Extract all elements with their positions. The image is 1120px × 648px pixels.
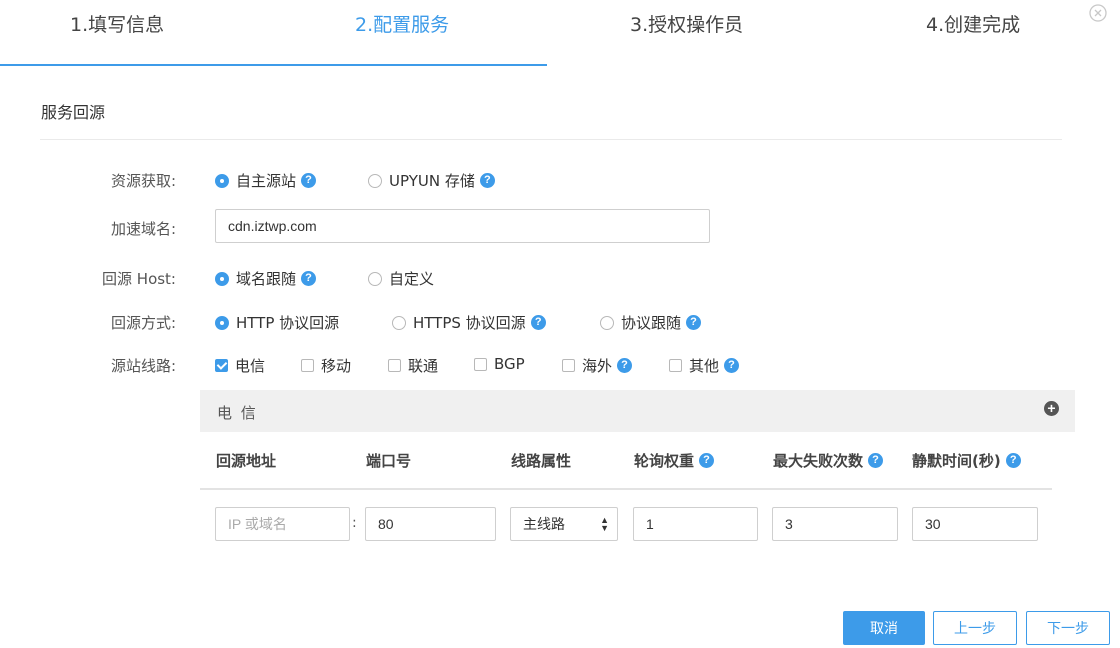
domain-label: 加速域名: bbox=[110, 220, 176, 238]
lines-label: 源站线路: bbox=[110, 357, 176, 375]
help-icon[interactable]: ? bbox=[617, 358, 633, 373]
col-header-address: 回源地址 bbox=[216, 452, 277, 470]
radio-label: HTTP 协议回源 bbox=[236, 314, 340, 332]
resource-label: 资源获取: bbox=[110, 172, 176, 190]
checkbox-bgp[interactable]: BGP bbox=[474, 355, 525, 373]
checkbox-telecom[interactable]: 电信 bbox=[215, 355, 265, 376]
select-arrows-icon: ▲ ▼ bbox=[600, 515, 609, 533]
radio-label: 协议跟随 bbox=[621, 314, 682, 332]
telecom-panel-header: 电 信 + bbox=[200, 390, 1075, 432]
radio-dot bbox=[368, 173, 382, 188]
address-input[interactable]: IP 或域名 bbox=[215, 507, 350, 541]
step-2-configure-service[interactable]: 2.配置服务 bbox=[355, 10, 449, 37]
checkbox-label: 移动 bbox=[321, 357, 352, 375]
section-divider bbox=[40, 139, 1062, 140]
help-icon[interactable]: ? bbox=[301, 173, 317, 188]
line-type-select[interactable]: 主线路 ▲ ▼ bbox=[510, 507, 618, 541]
radio-protocol-follow[interactable]: 协议跟随 ? bbox=[600, 312, 702, 333]
checkbox-label: 联通 bbox=[408, 357, 439, 375]
weight-input[interactable]: 1 bbox=[633, 507, 758, 541]
col-header-line-type: 线路属性 bbox=[511, 452, 572, 470]
radio-dot bbox=[600, 315, 614, 330]
help-icon[interactable]: ? bbox=[724, 358, 740, 373]
radio-dot-checked bbox=[215, 271, 229, 286]
step-4-create-complete[interactable]: 4.创建完成 bbox=[926, 10, 1020, 37]
checkbox-box bbox=[301, 359, 314, 372]
max-fails-input[interactable]: 3 bbox=[772, 507, 898, 541]
checkbox-box bbox=[562, 359, 575, 372]
checkbox-other[interactable]: 其他 ? bbox=[669, 355, 740, 376]
checkbox-box bbox=[669, 359, 682, 372]
help-icon[interactable]: ? bbox=[868, 453, 884, 468]
method-label: 回源方式: bbox=[110, 314, 176, 332]
prev-step-button[interactable]: 上一步 bbox=[933, 611, 1017, 645]
checkbox-label: 电信 bbox=[235, 357, 266, 375]
radio-upyun-storage[interactable]: UPYUN 存储 ? bbox=[368, 170, 495, 191]
help-icon[interactable]: ? bbox=[1005, 453, 1021, 468]
checkbox-mobile[interactable]: 移动 bbox=[301, 355, 351, 376]
checkbox-unicom[interactable]: 联通 bbox=[388, 355, 438, 376]
checkbox-label: 海外 bbox=[582, 357, 613, 375]
next-step-button[interactable]: 下一步 bbox=[1026, 611, 1110, 645]
col-header-port: 端口号 bbox=[366, 452, 412, 470]
checkbox-label: BGP bbox=[494, 355, 525, 373]
radio-dot bbox=[368, 271, 382, 286]
silent-time-input[interactable]: 30 bbox=[912, 507, 1038, 541]
panel-title: 电 信 bbox=[217, 404, 258, 422]
host-label: 回源 Host: bbox=[102, 270, 176, 288]
address-port-separator: : bbox=[352, 515, 357, 531]
line-type-value: 主线路 bbox=[523, 516, 565, 532]
radio-label: UPYUN 存储 bbox=[389, 172, 475, 190]
col-header-weight: 轮询权重 ? bbox=[634, 450, 715, 471]
help-icon[interactable]: ? bbox=[530, 315, 546, 330]
checkbox-box bbox=[474, 357, 487, 371]
checkbox-box-checked bbox=[215, 359, 228, 372]
add-circle-icon[interactable]: + bbox=[1044, 401, 1059, 416]
col-header-silent-time: 静默时间(秒) ? bbox=[912, 450, 1021, 471]
help-icon[interactable]: ? bbox=[479, 173, 495, 188]
checkbox-box bbox=[388, 359, 401, 372]
step-1-fill-info[interactable]: 1.填写信息 bbox=[70, 10, 164, 37]
section-title: 服务回源 bbox=[41, 103, 106, 122]
col-header-max-fails: 最大失败次数 ? bbox=[773, 450, 884, 471]
help-icon[interactable]: ? bbox=[699, 453, 715, 468]
help-icon[interactable]: ? bbox=[686, 315, 702, 330]
radio-https-origin[interactable]: HTTPS 协议回源 ? bbox=[392, 312, 546, 333]
help-icon[interactable]: ? bbox=[301, 271, 317, 286]
step-3-authorize-operator[interactable]: 3.授权操作员 bbox=[630, 10, 743, 37]
radio-dot bbox=[392, 315, 406, 330]
domain-input[interactable]: cdn.iztwp.com bbox=[215, 209, 710, 243]
radio-label: HTTPS 协议回源 bbox=[413, 314, 526, 332]
port-input[interactable]: 80 bbox=[365, 507, 496, 541]
checkbox-overseas[interactable]: 海外 ? bbox=[562, 355, 633, 376]
table-header-divider bbox=[200, 488, 1052, 490]
close-icon[interactable] bbox=[1089, 4, 1107, 22]
radio-custom-host[interactable]: 自定义 bbox=[368, 268, 434, 289]
checkbox-label: 其他 bbox=[689, 357, 720, 375]
radio-label: 自主源站 bbox=[236, 172, 297, 190]
wizard-steps: 1.填写信息 2.配置服务 3.授权操作员 4.创建完成 bbox=[0, 0, 1120, 66]
radio-domain-follow[interactable]: 域名跟随 ? bbox=[215, 268, 317, 289]
radio-dot-checked bbox=[215, 173, 229, 188]
radio-http-origin[interactable]: HTTP 协议回源 bbox=[215, 312, 339, 333]
radio-label: 自定义 bbox=[389, 270, 435, 288]
radio-self-origin[interactable]: 自主源站 ? bbox=[215, 170, 317, 191]
cancel-button[interactable]: 取消 bbox=[843, 611, 925, 645]
step-progress-bar bbox=[0, 64, 547, 66]
radio-label: 域名跟随 bbox=[236, 270, 297, 288]
radio-dot-checked bbox=[215, 315, 229, 330]
